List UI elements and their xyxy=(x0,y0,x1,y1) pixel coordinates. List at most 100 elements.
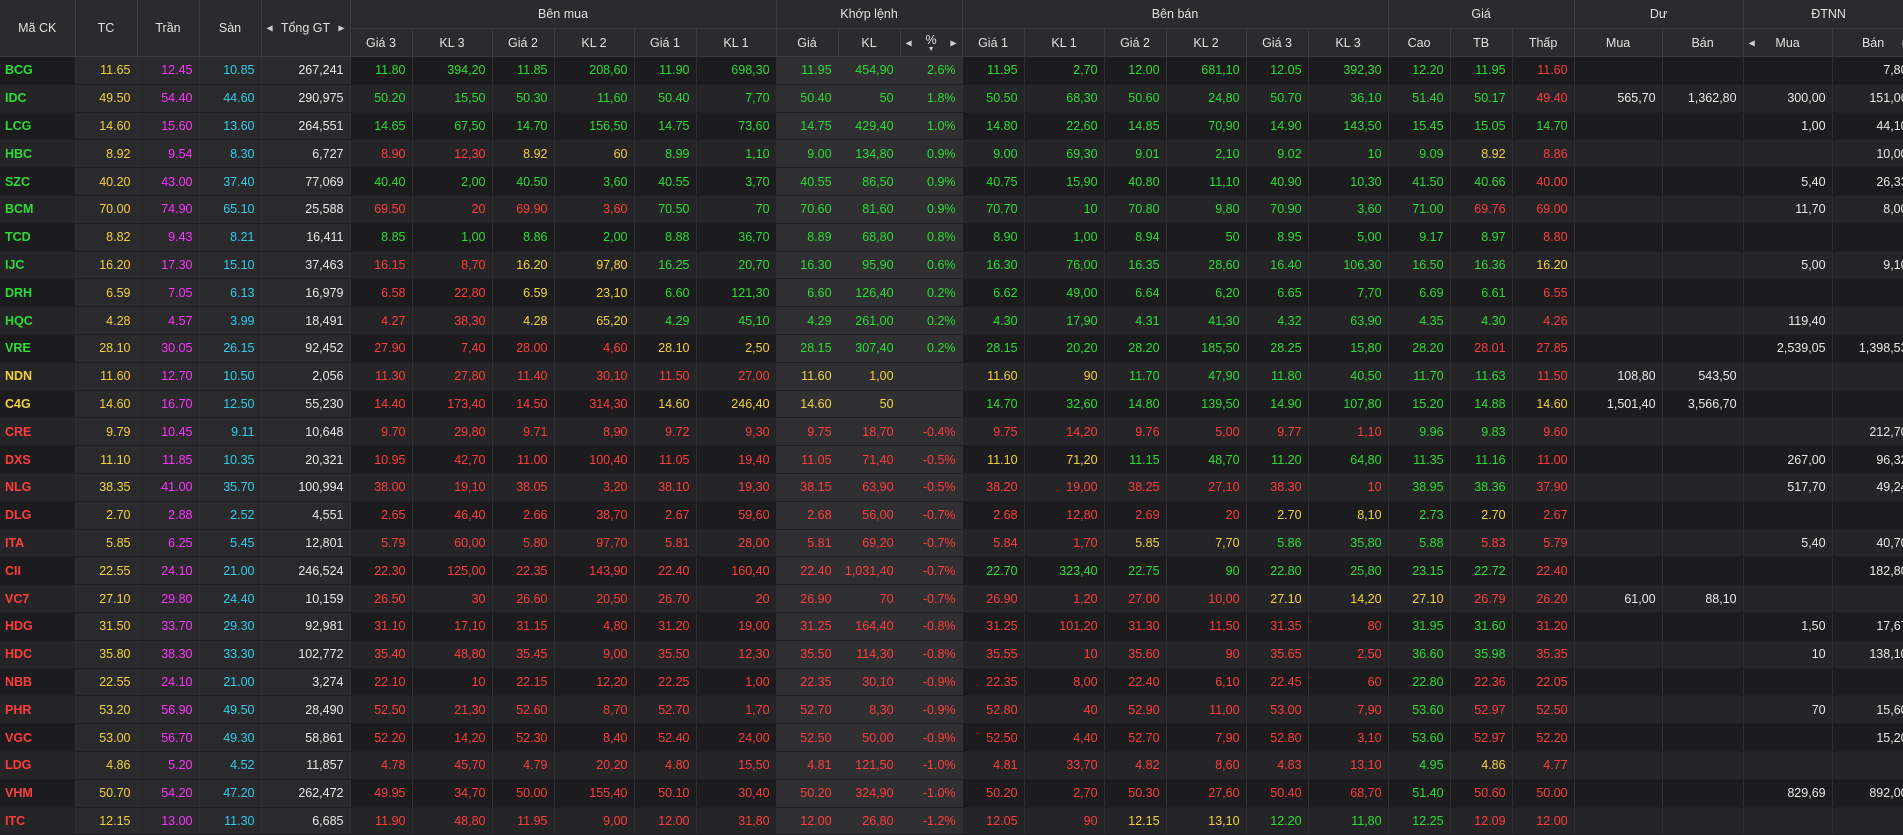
symbol-cell[interactable]: DXS xyxy=(0,445,76,474)
table-row[interactable]: ITA 5.85 6.25 5.45 12,801 5.79 60,00 5.80 97,70 5… xyxy=(0,529,1903,558)
table-row[interactable]: HDC 35.80 38.30 33.30 102,772 35.40 48,80 35.45… xyxy=(0,640,1903,669)
symbol-cell[interactable]: IDC xyxy=(0,84,76,113)
buy-cell: 16.20 xyxy=(492,251,555,280)
match-col-header[interactable]: KL xyxy=(838,28,901,57)
buy-col-header[interactable]: KL 1 xyxy=(696,28,777,57)
chevron-left-icon[interactable]: ◀ xyxy=(1749,38,1755,47)
floor-header[interactable]: Sàn xyxy=(199,0,262,57)
symbol-cell[interactable]: ITA xyxy=(0,529,76,558)
chevron-right-icon[interactable]: ▶ xyxy=(950,38,956,47)
table-row[interactable]: DLG 2.70 2.88 2.52 4,551 2.65 46,40 2.66 38,70 2.… xyxy=(0,501,1903,530)
sell-col-header[interactable]: Giá 1 xyxy=(962,28,1025,57)
table-row[interactable]: BCM 70.00 74.90 65.10 25,588 69.50 20 69.90 3,60… xyxy=(0,195,1903,224)
symbol-cell[interactable]: BCG xyxy=(0,56,76,85)
buy-cell: 27,80 xyxy=(412,362,493,391)
buy-col-header[interactable]: KL 2 xyxy=(554,28,635,57)
ref-header[interactable]: TC xyxy=(75,0,138,57)
foreign-cell xyxy=(1743,501,1833,530)
symbol-cell[interactable]: HDC xyxy=(0,640,76,669)
symbol-cell[interactable]: CII xyxy=(0,556,76,586)
table-row[interactable]: HDG 31.50 33.70 29.30 92,981 31.10 17,10 31.15 4… xyxy=(0,612,1903,641)
buy-cell: 4.80 xyxy=(634,751,697,780)
symbol-cell[interactable]: IJC xyxy=(0,251,76,280)
table-row[interactable]: CII 22.55 24.10 21.00 246,524 22.30 125,00 22.3… xyxy=(0,556,1903,586)
total-value-cell: 6,727 xyxy=(261,139,351,169)
buy-col-header[interactable]: Giá 2 xyxy=(492,28,555,57)
match-col-header[interactable]: ◀% ▼ ▶ xyxy=(900,28,963,57)
symbol-cell[interactable]: VC7 xyxy=(0,584,76,613)
table-row[interactable]: LDG 4.86 5.20 4.52 11,857 4.78 45,70 4.79 20,20 4… xyxy=(0,751,1903,780)
price-stat-cell: 12.25 xyxy=(1388,807,1451,835)
table-row[interactable]: NLG 38.35 41.00 35.70 100,994 38.00 19,10 38.05… xyxy=(0,473,1903,502)
match-col-header[interactable]: Giá xyxy=(776,28,839,57)
table-row[interactable]: NDN 11.60 12.70 10.50 2,056 11.30 27,80 11.40 30… xyxy=(0,362,1903,391)
table-row[interactable]: IDC 49.50 54.40 44.60 290,975 50.20 15,50 50.30… xyxy=(0,84,1903,113)
symbol-cell[interactable]: C4G xyxy=(0,390,76,419)
price-col-header[interactable]: TB xyxy=(1450,28,1513,57)
remain-cell xyxy=(1662,556,1744,586)
table-row[interactable]: PHR 53.20 56.90 49.50 28,490 52.50 21,30 52.60 8… xyxy=(0,695,1903,725)
total-value-cell: 10,648 xyxy=(261,417,351,447)
table-row[interactable]: VC7 27.10 29.80 24.40 10,159 26.50 30 26.60 20,5… xyxy=(0,584,1903,613)
table-row[interactable]: LCG 14.60 15.60 13.60 264,551 14.65 67,50 14.70… xyxy=(0,112,1903,141)
remain-cell xyxy=(1574,695,1663,725)
symbol-cell[interactable]: HDG xyxy=(0,612,76,641)
sell-col-header[interactable]: KL 2 xyxy=(1166,28,1247,57)
chevron-right-icon[interactable]: ▶ xyxy=(338,24,344,33)
table-row[interactable]: CRE 9.79 10.45 9.11 10,648 9.70 29,80 9.71 8,90 9… xyxy=(0,417,1903,447)
table-row[interactable]: IJC 16.20 17.30 15.10 37,463 16.15 8,70 16.20 97… xyxy=(0,251,1903,280)
symbol-header[interactable]: Mã CK xyxy=(0,0,76,57)
foreign-col-header[interactable]: ◀ Mua xyxy=(1743,28,1833,57)
symbol-cell[interactable]: BCM xyxy=(0,195,76,224)
symbol-cell[interactable]: ITC xyxy=(0,807,76,835)
symbol-cell[interactable]: NBB xyxy=(0,668,76,697)
symbol-cell[interactable]: LCG xyxy=(0,112,76,141)
table-row[interactable]: BCG 11.65 12.45 10.85 267,241 11.80 394,20 11.8… xyxy=(0,56,1903,85)
table-row[interactable]: SZC 40.20 43.00 37.40 77,069 40.40 2,00 40.50 3,… xyxy=(0,167,1903,196)
remain-col-header[interactable]: Mua xyxy=(1574,28,1663,57)
symbol-cell[interactable]: HQC xyxy=(0,306,76,335)
chevron-left-icon[interactable]: ◀ xyxy=(906,38,912,47)
buy-col-header[interactable]: Giá 1 xyxy=(634,28,697,57)
table-row[interactable]: TCD 8.82 9.43 8.21 16,411 8.85 1,00 8.86 2,00 8.8… xyxy=(0,223,1903,252)
price-col-header[interactable]: Thấp xyxy=(1512,28,1575,57)
symbol-cell[interactable]: LDG xyxy=(0,751,76,780)
price-stats-header: Giá xyxy=(1388,0,1575,29)
symbol-cell[interactable]: NDN xyxy=(0,362,76,391)
table-row[interactable]: DXS 11.10 11.85 10.35 20,321 10.95 42,70 11.00 1… xyxy=(0,445,1903,474)
price-col-header[interactable]: Cao xyxy=(1388,28,1451,57)
ceiling-header[interactable]: Trần xyxy=(137,0,200,57)
buy-cell: 9,30 xyxy=(696,417,777,447)
symbol-cell[interactable]: VHM xyxy=(0,779,76,808)
table-row[interactable]: VRE 28.10 30.05 26.15 92,452 27.90 7,40 28.00 4,… xyxy=(0,334,1903,363)
table-row[interactable]: DRH 6.59 7.05 6.13 16,979 6.58 22,80 6.59 23,10 6… xyxy=(0,278,1903,308)
total-value-header[interactable]: ◀ Tổng GT ▶ xyxy=(261,0,351,57)
table-row[interactable]: C4G 14.60 16.70 12.50 55,230 14.40 173,40 14.50… xyxy=(0,390,1903,419)
symbol-cell[interactable]: PHR xyxy=(0,695,76,725)
sell-col-header[interactable]: KL 1 xyxy=(1024,28,1105,57)
buy-col-header[interactable]: KL 3 xyxy=(412,28,493,57)
buy-col-header[interactable]: Giá 3 xyxy=(350,28,413,57)
symbol-cell[interactable]: HBC xyxy=(0,139,76,169)
symbol-cell[interactable]: SZC xyxy=(0,167,76,196)
symbol-cell[interactable]: VGC xyxy=(0,723,76,752)
table-row[interactable]: VHM 50.70 54.20 47.20 262,472 49.95 34,70 50.00… xyxy=(0,779,1903,808)
symbol-cell[interactable]: DLG xyxy=(0,501,76,530)
sell-col-header[interactable]: KL 3 xyxy=(1308,28,1389,57)
chevron-left-icon[interactable]: ◀ xyxy=(267,24,273,33)
remain-col-header[interactable]: Bán xyxy=(1662,28,1744,57)
symbol-cell[interactable]: VRE xyxy=(0,334,76,363)
symbol-cell[interactable]: TCD xyxy=(0,223,76,252)
sell-col-header[interactable]: Giá 2 xyxy=(1104,28,1167,57)
table-row[interactable]: NBB 22.55 24.10 21.00 3,274 22.10 10 22.15 12,20… xyxy=(0,668,1903,697)
sell-col-header[interactable]: Giá 3 xyxy=(1246,28,1309,57)
symbol-cell[interactable]: NLG xyxy=(0,473,76,502)
foreign-col-header[interactable]: Bán▶ xyxy=(1832,28,1903,57)
table-row[interactable]: HBC 8.92 9.54 8.30 6,727 8.90 12,30 8.92 60 8.99 1… xyxy=(0,139,1903,169)
symbol-cell[interactable]: DRH xyxy=(0,278,76,308)
price-stat-cell: 23.15 xyxy=(1388,556,1451,586)
table-row[interactable]: VGC 53.00 56.70 49.30 58,861 52.20 14,20 52.30 8… xyxy=(0,723,1903,752)
table-row[interactable]: HQC 4.28 4.57 3.99 18,491 4.27 38,30 4.28 65,20 4… xyxy=(0,306,1903,335)
table-row[interactable]: ITC 12.15 13.00 11.30 6,685 11.90 48,80 11.95 9,… xyxy=(0,807,1903,835)
symbol-cell[interactable]: CRE xyxy=(0,417,76,447)
